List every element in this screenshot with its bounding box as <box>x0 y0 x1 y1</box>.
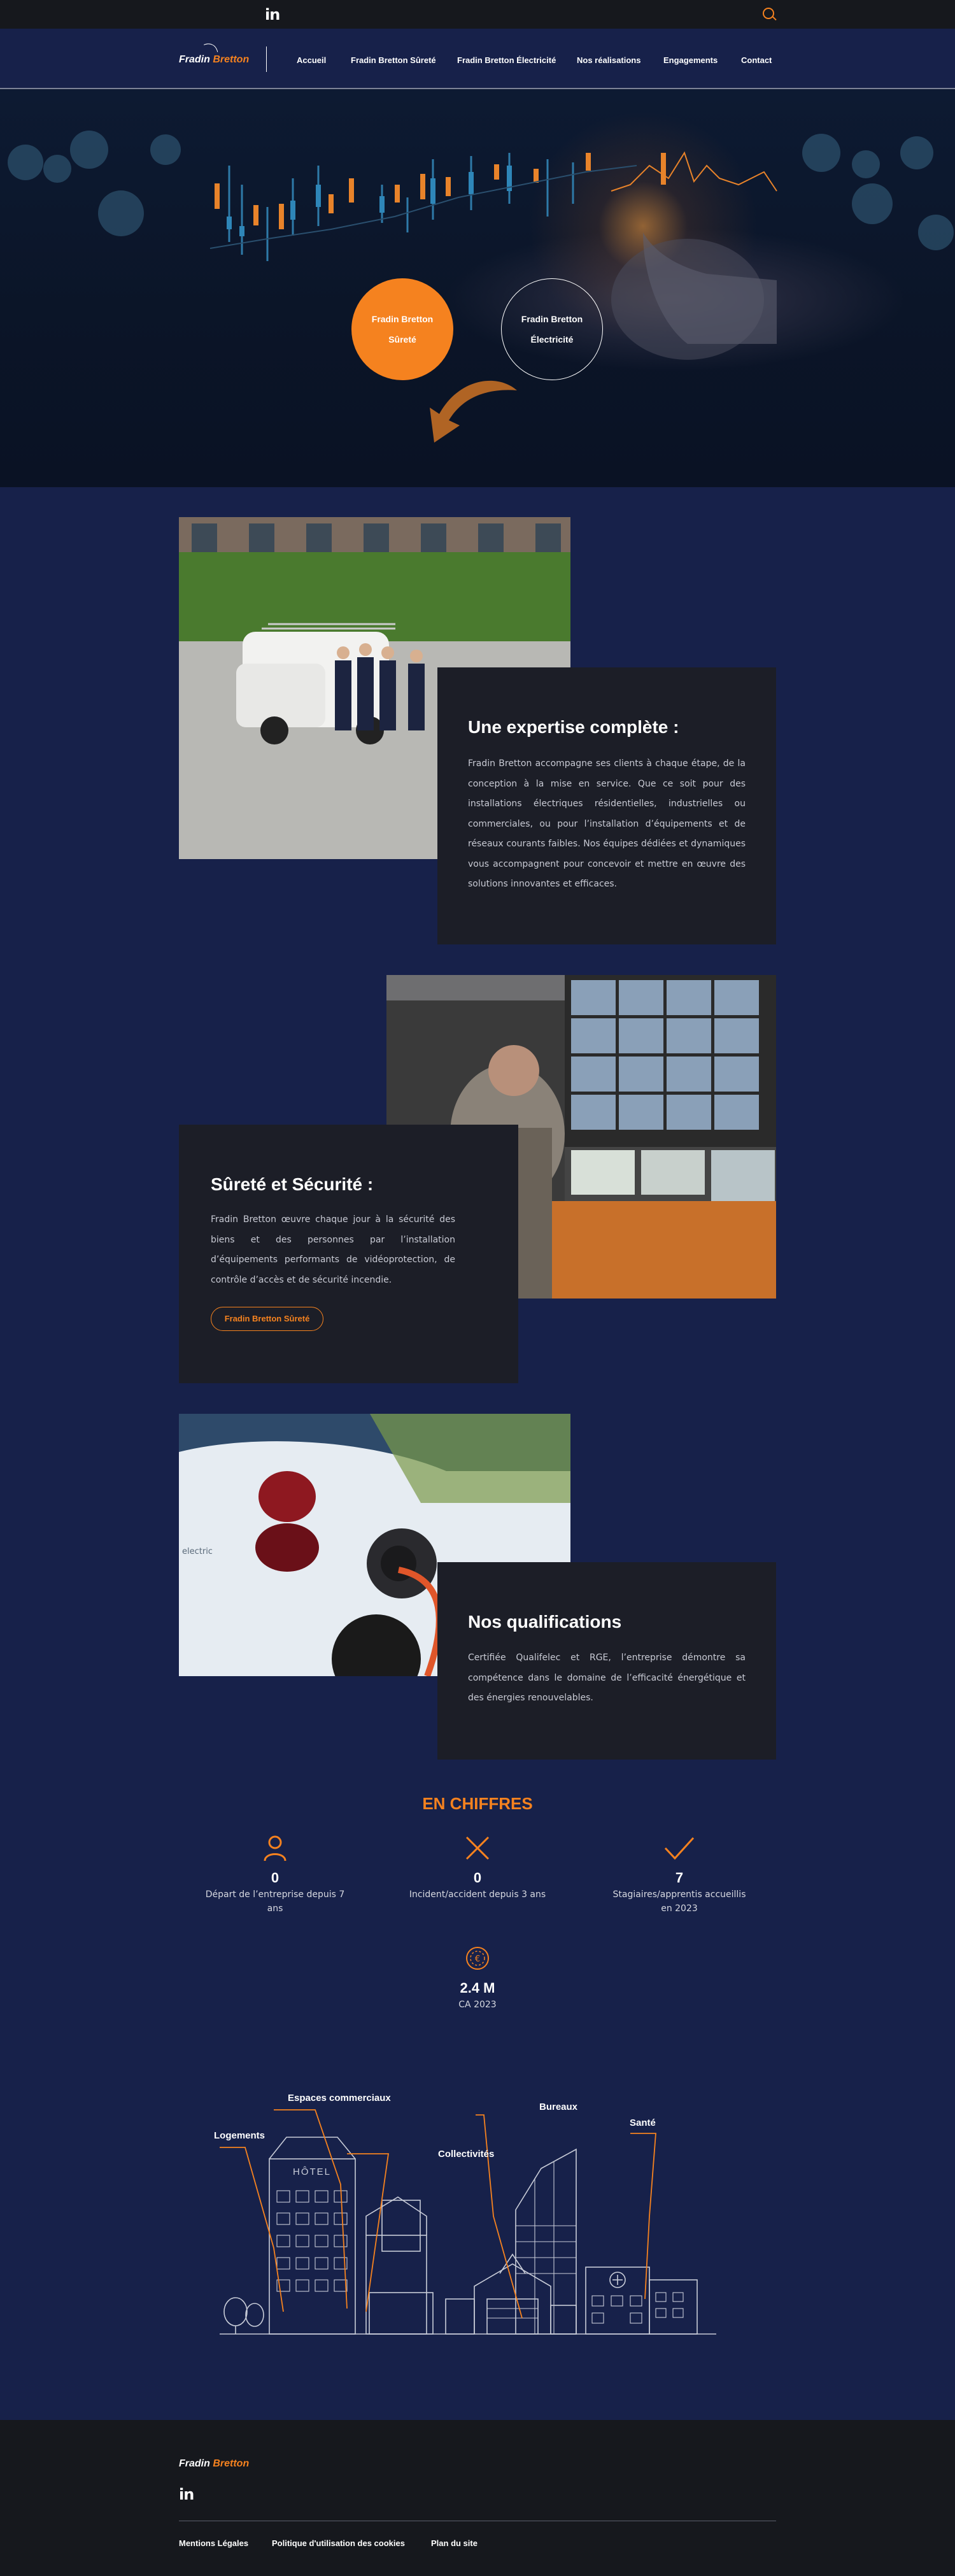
nav-engagements[interactable]: Engagements <box>663 55 718 65</box>
figure-value: 7 <box>675 1870 684 1886</box>
qualifications-title: Nos qualifications <box>468 1612 622 1632</box>
surete-text: Fradin Bretton œuvre chaque jour à la sé… <box>211 1214 455 1285</box>
footer-logo[interactable]: Fradin Bretton <box>179 2458 249 2470</box>
footer-link-plan[interactable]: Plan du site <box>431 2538 478 2548</box>
svg-text:electric: electric <box>182 1547 213 1556</box>
surete-card: Sûreté et Sécurité : Fradin Bretton œuvr… <box>179 1125 518 1383</box>
check-icon <box>664 1837 695 1860</box>
nav-realisations[interactable]: Nos réalisations <box>577 55 640 65</box>
nav-accueil[interactable]: Accueil <box>297 55 326 65</box>
euro-coin-icon: € <box>466 1947 489 1970</box>
hotel-sign: HÔTEL <box>293 2167 331 2177</box>
circle-surete-line1: Fradin Bretton <box>371 314 434 324</box>
top-bar: in <box>0 0 955 29</box>
site-footer: Fradin Bretton in Mentions Légales Polit… <box>0 2420 955 2576</box>
figure-value: 2.4 M <box>460 1980 495 1996</box>
figure-label: Départ de l’entreprise depuis 7 ans <box>205 1889 345 1914</box>
person-icon <box>264 1835 286 1861</box>
circle-electricite-line1: Fradin Bretton <box>521 314 583 324</box>
expertise-title: Une expertise complète : <box>468 717 679 737</box>
figure-item-depart: 0 Départ de l’entreprise depuis 7 ans <box>202 1834 348 1916</box>
search-icon[interactable] <box>763 8 774 19</box>
figure-value: 0 <box>473 1870 482 1886</box>
svg-text:€: € <box>475 1954 480 1964</box>
expertise-text: Fradin Bretton accompagne ses clients à … <box>468 758 746 889</box>
figure-value: 0 <box>271 1870 279 1886</box>
label-collectivites: Collectivités <box>438 2149 495 2160</box>
cross-icon <box>465 1836 490 1860</box>
figure-item-stagiaires: 7 Stagiaires/apprentis accueillis en 202… <box>606 1834 753 1916</box>
footer-logo-text-fradin: Fradin <box>179 2458 210 2469</box>
footer-link-mentions[interactable]: Mentions Légales <box>179 2538 248 2548</box>
nav-contact[interactable]: Contact <box>741 55 772 65</box>
circle-link-electricite[interactable]: Fradin Bretton Électricité <box>501 278 603 380</box>
surete-title: Sûreté et Sécurité : <box>211 1174 374 1194</box>
surete-button[interactable]: Fradin Bretton Sûreté <box>211 1307 323 1331</box>
nav-electricite[interactable]: Fradin Bretton Électricité <box>457 55 556 65</box>
qualifications-card: Nos qualifications Certifiée Qualifelec … <box>437 1562 776 1760</box>
figure-item-ca: € 2.4 M CA 2023 <box>404 1946 551 2012</box>
label-logements: Logements <box>214 2130 265 2141</box>
footer-link-cookies[interactable]: Politique d'utilisation des cookies <box>272 2538 405 2548</box>
city-illustration: HÔTEL Espaces commerciaux Logements Coll… <box>214 2089 716 2347</box>
expertise-card: Une expertise complète : Fradin Bretton … <box>437 667 776 944</box>
linkedin-icon[interactable]: in <box>265 6 280 24</box>
footer-linkedin-icon[interactable]: in <box>179 2486 194 2503</box>
label-espaces-commerciaux: Espaces commerciaux <box>288 2093 391 2103</box>
figure-item-incident: 0 Incident/accident depuis 3 ans <box>404 1834 551 1902</box>
scroll-down-arrow-icon <box>430 380 517 443</box>
circle-electricite-line2: Électricité <box>530 334 574 345</box>
figures-title: EN CHIFFRES <box>422 1794 533 1813</box>
site-header: Fradin Bretton Accueil Fradin Bretton Sû… <box>0 29 955 89</box>
label-bureaux: Bureaux <box>539 2102 578 2112</box>
figure-label: Incident/accident depuis 3 ans <box>409 1889 546 1900</box>
hero-banner: Fradin Bretton Sûreté Fradin Bretton Éle… <box>0 89 955 487</box>
figure-label: CA 2023 <box>458 2000 497 2010</box>
footer-logo-text-bretton: Bretton <box>213 2458 250 2469</box>
logo-swoosh-icon <box>187 39 223 80</box>
hero-background-image <box>8 131 954 443</box>
label-sante: Santé <box>630 2117 656 2128</box>
circle-link-surete[interactable]: Fradin Bretton Sûreté <box>351 278 453 380</box>
nav-surete[interactable]: Fradin Bretton Sûreté <box>351 55 436 65</box>
qualifications-text: Certifiée Qualifelec et RGE, l’entrepris… <box>468 1653 746 1703</box>
circle-surete-line2: Sûreté <box>388 334 416 345</box>
figure-label: Stagiaires/apprentis accueillis en 2023 <box>612 1889 746 1914</box>
header-divider <box>266 46 267 72</box>
site-logo[interactable]: Fradin Bretton <box>179 39 249 80</box>
